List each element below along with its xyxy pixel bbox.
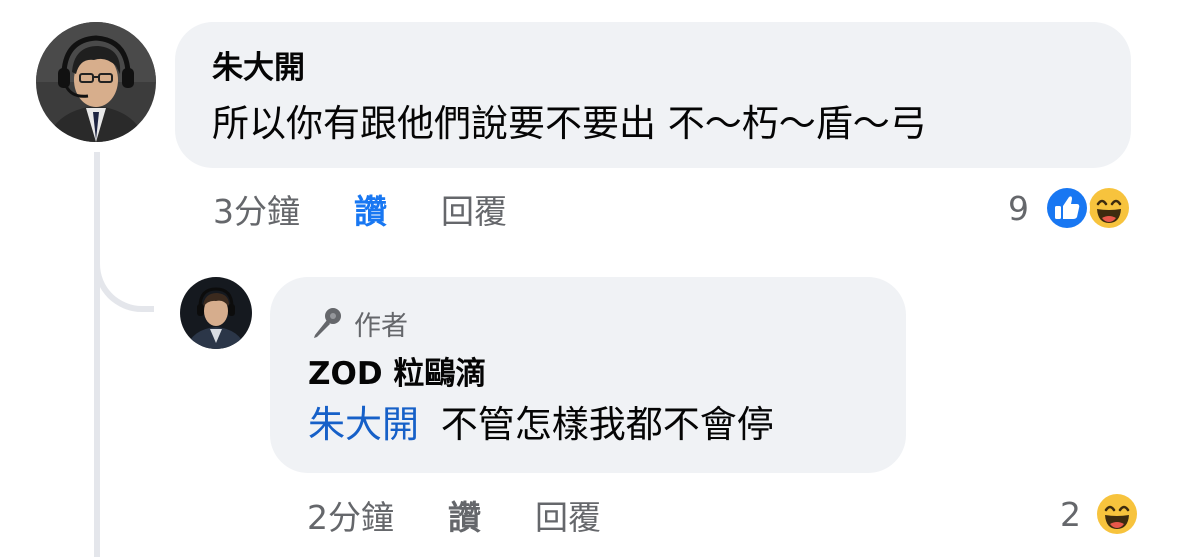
reply-reactions[interactable]: 2 (1060, 488, 1141, 540)
author-badge-label: 作者 (354, 310, 408, 342)
reply-author[interactable]: ZOD 粒鷗滴 (308, 355, 486, 393)
reaction-count: 9 (1008, 188, 1029, 228)
comment-actions: 3分鐘 讚 回覆 (213, 185, 507, 233)
author-badge: 作者 (308, 305, 408, 342)
reply-like-button[interactable]: 讚 (448, 491, 481, 539)
mention-link[interactable]: 朱大開 (308, 403, 419, 446)
comment-bubble: 朱大開 所以你有跟他們說要不要出 不～朽～盾～弓 (175, 22, 1131, 168)
thread-line (94, 152, 100, 557)
haha-icon (1093, 490, 1141, 538)
haha-icon (1085, 184, 1133, 232)
reply-button[interactable]: 回覆 (441, 185, 507, 233)
reply-timestamp[interactable]: 2分鐘 (307, 491, 394, 539)
comment-timestamp[interactable]: 3分鐘 (213, 185, 300, 233)
reply-reply-button[interactable]: 回覆 (535, 491, 601, 539)
avatar[interactable] (36, 22, 156, 142)
comment-text: 所以你有跟他們說要不要出 不～朽～盾～弓 (212, 102, 927, 145)
reply-message: 不管怎樣我都不會停 (440, 403, 774, 446)
comment-reactions[interactable]: 9 (1008, 182, 1133, 234)
reply-bubble: 作者 ZOD 粒鷗滴 朱大開 不管怎樣我都不會停 (270, 277, 906, 473)
comment-author[interactable]: 朱大開 (212, 50, 305, 86)
reply-actions: 2分鐘 讚 回覆 (307, 491, 601, 539)
reply-avatar[interactable] (180, 277, 252, 349)
reply-text: 朱大開 不管怎樣我都不會停 (308, 403, 774, 447)
reply-reaction-count: 2 (1060, 494, 1081, 534)
like-button[interactable]: 讚 (354, 185, 387, 233)
microphone-icon (308, 305, 344, 341)
like-icon (1043, 184, 1091, 232)
thread-connector (94, 250, 154, 312)
